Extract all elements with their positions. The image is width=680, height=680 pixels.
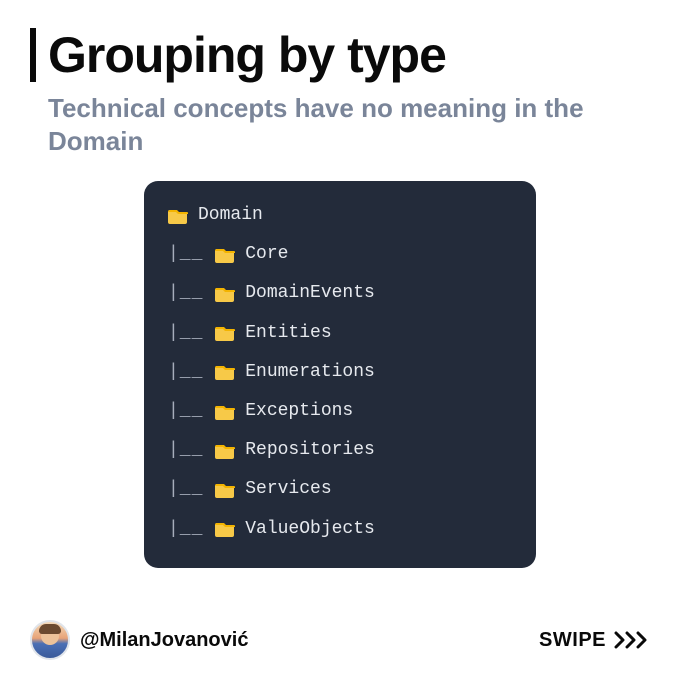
chevrons-right-icon bbox=[614, 631, 650, 649]
folder-icon bbox=[215, 443, 235, 459]
folder-label: Domain bbox=[198, 203, 263, 228]
folder-label: DomainEvents bbox=[245, 281, 375, 306]
tree-prefix: |__ bbox=[168, 281, 215, 306]
tree-child: |__ Core bbox=[168, 242, 512, 267]
tree-child: |__ Exceptions bbox=[168, 399, 512, 424]
folder-icon bbox=[215, 364, 235, 380]
title-accent-bar bbox=[30, 28, 36, 82]
tree-prefix: |__ bbox=[168, 438, 215, 463]
tree-prefix: |__ bbox=[168, 399, 215, 424]
page-title: Grouping by type bbox=[48, 30, 446, 80]
folder-icon bbox=[215, 325, 235, 341]
tree-prefix: |__ bbox=[168, 242, 215, 267]
folder-label: Core bbox=[245, 242, 288, 267]
folder-label: Enumerations bbox=[245, 360, 375, 385]
folder-icon bbox=[215, 286, 235, 302]
avatar bbox=[30, 620, 70, 660]
author-block: @MilanJovanović bbox=[30, 620, 248, 660]
folder-label: Repositories bbox=[245, 438, 375, 463]
tree-child: |__ Enumerations bbox=[168, 360, 512, 385]
folder-label: Services bbox=[245, 477, 331, 502]
tree-prefix: |__ bbox=[168, 517, 215, 542]
tree-child: |__ Entities bbox=[168, 321, 512, 346]
folder-tree: Domain |__ Core |__ DomainEvents |__ Ent… bbox=[144, 181, 536, 568]
author-handle: @MilanJovanović bbox=[80, 629, 248, 652]
folder-icon bbox=[215, 521, 235, 537]
tree-root: Domain bbox=[168, 203, 512, 228]
folder-icon bbox=[168, 208, 188, 224]
folder-label: ValueObjects bbox=[245, 517, 375, 542]
tree-prefix: |__ bbox=[168, 321, 215, 346]
swipe-indicator: SWIPE bbox=[539, 629, 650, 652]
tree-child: |__ DomainEvents bbox=[168, 281, 512, 306]
tree-child: |__ Repositories bbox=[168, 438, 512, 463]
folder-icon bbox=[215, 247, 235, 263]
folder-label: Exceptions bbox=[245, 399, 353, 424]
folder-icon bbox=[215, 404, 235, 420]
folder-icon bbox=[215, 482, 235, 498]
page-subtitle: Technical concepts have no meaning in th… bbox=[48, 92, 608, 157]
tree-prefix: |__ bbox=[168, 477, 215, 502]
swipe-label: SWIPE bbox=[539, 629, 606, 652]
tree-prefix: |__ bbox=[168, 360, 215, 385]
tree-child: |__ Services bbox=[168, 477, 512, 502]
folder-label: Entities bbox=[245, 321, 331, 346]
tree-child: |__ ValueObjects bbox=[168, 517, 512, 542]
